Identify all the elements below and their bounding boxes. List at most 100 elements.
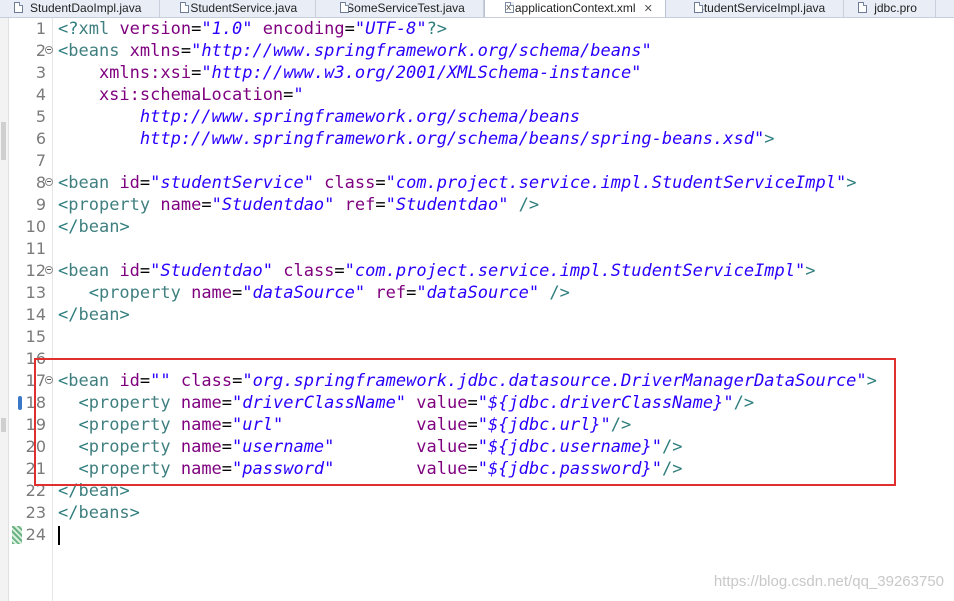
code-token: http://www.springframework.org/schema/be… — [58, 107, 580, 127]
line-number: 15 — [25, 327, 46, 346]
code-token: version — [119, 19, 192, 39]
line-number: 12 — [25, 261, 46, 280]
code-token: bean — [68, 173, 120, 193]
tab-label: StudentServiceImpl.java — [695, 1, 826, 15]
code-token: = — [375, 173, 386, 193]
code-token: "dataSource" — [416, 283, 540, 303]
code-token: < — [58, 195, 69, 215]
code-token: "UTF-8" — [354, 19, 427, 39]
code-line[interactable]: 1 <?xml version="1.0" encoding="UTF-8"?> — [0, 18, 954, 40]
fold-toggle-icon[interactable] — [45, 178, 53, 186]
line-number: 23 — [25, 503, 46, 522]
line-number: 6 — [35, 129, 46, 148]
code-text: <property name="Studentdao" ref="Student… — [58, 194, 539, 216]
code-line[interactable]: 15 — [0, 326, 954, 348]
code-token: </ — [58, 503, 79, 523]
code-line[interactable]: 5 http://www.springframework.org/schema/… — [0, 106, 954, 128]
tab-studentservice-java[interactable]: StudentService.java — [160, 0, 317, 17]
code-text: </bean> — [58, 216, 130, 238]
code-line[interactable]: 12 <bean id="Studentdao" class="com.proje… — [0, 260, 954, 282]
code-token: property — [98, 283, 192, 303]
code-token: = — [139, 173, 151, 193]
tab-applicationcontext-xml[interactable]: applicationContext.xml ✕ — [483, 0, 666, 17]
code-line[interactable]: 24 — [0, 524, 954, 546]
code-token: ref — [365, 283, 407, 303]
line-number: 1 — [35, 19, 46, 38]
tab-studentserviceimpl-java[interactable]: StudentServiceImpl.java — [666, 0, 845, 17]
code-text: <bean id="studentService" class="com.pro… — [58, 172, 856, 194]
code-token: = — [201, 195, 212, 215]
tab-someservicetest-java[interactable]: SomeServiceTest.java — [316, 0, 484, 17]
text-caret — [58, 526, 60, 545]
java-file-icon — [693, 2, 703, 13]
code-token: < — [58, 173, 69, 193]
xml-file-icon — [504, 0, 514, 16]
line-number: 24 — [25, 525, 46, 544]
code-line[interactable]: 2 <beans xmlns="http://www.springframewor… — [0, 40, 954, 62]
line-number: 10 — [25, 217, 46, 236]
code-token: "studentService" — [150, 173, 314, 193]
line-number: 3 — [35, 63, 46, 82]
code-text: <bean id="Studentdao" class="com.project… — [58, 260, 816, 282]
code-token: class — [273, 261, 335, 281]
code-line[interactable]: 8 <bean id="studentService" class="com.pr… — [0, 172, 954, 194]
code-token: = — [139, 261, 151, 281]
red-highlight-box — [34, 358, 896, 486]
code-token: xsi:schemaLocation — [58, 85, 284, 105]
code-line[interactable]: 13 <property name="dataSource" ref="data… — [0, 282, 954, 304]
fold-toggle-icon[interactable] — [45, 266, 53, 274]
code-token: id — [119, 261, 140, 281]
code-token: < — [58, 283, 99, 303]
line-number: 9 — [35, 195, 46, 214]
code-token: "Studentdao" — [385, 195, 509, 215]
code-token: = — [375, 195, 386, 215]
line-number: 4 — [35, 85, 46, 104]
tab-studentdaoimpl-java[interactable]: StudentDaoImpl.java — [0, 0, 161, 17]
code-token: "dataSource" — [242, 283, 366, 303]
code-token: beans — [78, 503, 130, 523]
code-line[interactable]: 3 xmlns:xsi="http://www.w3.org/2001/XMLS… — [0, 62, 954, 84]
line-number: 2 — [35, 41, 46, 60]
code-token: "Studentdao" — [150, 261, 273, 281]
tab-label: jdbc.pro — [874, 1, 917, 15]
tab-label: StudentService.java — [190, 1, 298, 15]
code-token: name — [160, 195, 202, 215]
code-token: /> — [508, 195, 540, 215]
code-line[interactable]: 11 — [0, 238, 954, 260]
code-token: "Studentdao" — [211, 195, 335, 215]
tab-jdbc-pro[interactable]: jdbc.pro — [844, 0, 936, 17]
code-token: < — [58, 41, 69, 61]
java-file-icon — [340, 2, 350, 13]
code-text: <?xml version="1.0" encoding="UTF-8"?> — [58, 18, 447, 40]
code-line[interactable]: 23 </beans> — [0, 502, 954, 524]
code-text: <beans xmlns="http://www.springframework… — [58, 40, 652, 62]
watermark: https://blog.csdn.net/qq_39263750 — [713, 573, 944, 590]
code-token: = — [334, 261, 345, 281]
code-token: " — [293, 85, 304, 105]
code-token: > — [119, 217, 130, 237]
code-text: http://www.springframework.org/schema/be… — [58, 128, 775, 150]
code-token: = — [191, 63, 202, 83]
code-token: class — [313, 173, 376, 193]
code-token: "com.project.service.impl.StudentService… — [385, 173, 847, 193]
code-text: http://www.springframework.org/schema/be… — [58, 106, 580, 128]
properties-file-icon — [858, 2, 868, 13]
code-token: bean — [78, 217, 120, 237]
code-token: <? — [58, 19, 79, 39]
code-text: <property name="dataSource" ref="dataSou… — [58, 282, 570, 304]
code-line[interactable]: 4 xsi:schemaLocation=" — [0, 84, 954, 106]
java-file-icon — [14, 2, 23, 13]
code-line[interactable]: 14 </bean> — [0, 304, 954, 326]
code-token: > — [764, 129, 775, 149]
code-token: < — [58, 261, 69, 281]
code-token: "1.0" — [201, 19, 253, 39]
code-line[interactable]: 6 http://www.springframework.org/schema/… — [0, 128, 954, 150]
code-line[interactable]: 10 </bean> — [0, 216, 954, 238]
code-token: /> — [539, 283, 570, 303]
close-icon[interactable]: ✕ — [644, 1, 653, 17]
code-token: ref — [334, 195, 376, 215]
code-line[interactable]: 9 <property name="Studentdao" ref="Studen… — [0, 194, 954, 216]
code-line[interactable]: 7 — [0, 150, 954, 172]
code-token: = — [283, 85, 294, 105]
fold-toggle-icon[interactable] — [45, 46, 53, 54]
